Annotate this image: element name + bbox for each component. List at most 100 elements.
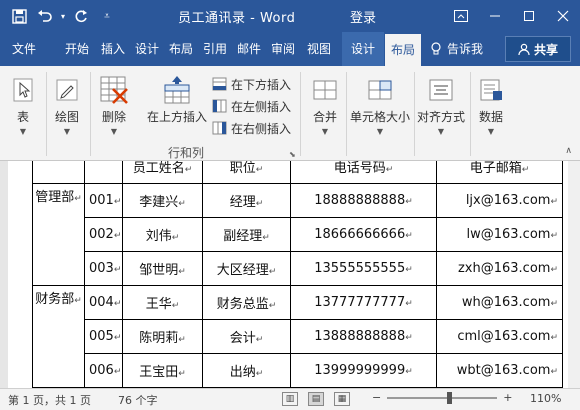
name-cell[interactable]: 刘伟↵ bbox=[122, 217, 203, 252]
collapse-ribbon-icon[interactable]: ∧ bbox=[565, 146, 572, 156]
id-text: 003 bbox=[89, 261, 114, 276]
login-link[interactable]: 登录 bbox=[350, 7, 376, 26]
email-cell[interactable]: wh@163.com↵ bbox=[436, 285, 563, 320]
insert-below-button[interactable]: 在下方插入 bbox=[212, 74, 291, 94]
phone-cell[interactable]: 13555555555↵ bbox=[290, 251, 437, 286]
phone-cell[interactable]: 18888888888↵ bbox=[290, 183, 437, 218]
phone-cell[interactable]: 13777777777↵ bbox=[290, 285, 437, 320]
title-cell[interactable]: 出纳↵ bbox=[202, 353, 291, 388]
chevron-down-icon: ▼ bbox=[110, 127, 118, 136]
delete-button[interactable]: 删除 ▼ bbox=[96, 74, 132, 136]
name-cell[interactable]: 邹世明↵ bbox=[122, 251, 203, 286]
table-cell[interactable] bbox=[32, 161, 85, 184]
id-cell[interactable]: 005↵ bbox=[84, 319, 123, 354]
word-count[interactable]: 76 个字 bbox=[118, 392, 158, 408]
header-cell-name[interactable]: 员工姓名↵ bbox=[122, 161, 203, 184]
name-cell[interactable]: 陈明莉↵ bbox=[122, 319, 203, 354]
document-page[interactable]: 员工姓名↵ 职位↵ 电话号码↵ 电子邮箱↵ 管理部↵ 001↵ 李建兴↵ 经理↵… bbox=[8, 161, 568, 388]
email-cell[interactable]: lw@163.com↵ bbox=[436, 217, 563, 252]
close-icon[interactable] bbox=[546, 0, 580, 32]
zoom-percent[interactable]: 110% bbox=[530, 392, 561, 405]
zoom-in-icon[interactable]: + bbox=[503, 391, 512, 404]
web-layout-icon[interactable]: ▦ bbox=[334, 392, 350, 406]
tab-table-design[interactable]: 设计 bbox=[342, 32, 384, 66]
name-cell[interactable]: 王华↵ bbox=[122, 285, 203, 320]
vertical-scrollbar[interactable] bbox=[568, 161, 580, 388]
table-select-button[interactable]: 表 ▼ bbox=[8, 74, 38, 136]
dropdown-icon[interactable]: ▾ bbox=[58, 3, 68, 29]
title-cell[interactable]: 经理↵ bbox=[202, 183, 291, 218]
read-mode-icon[interactable]: ▥ bbox=[282, 392, 298, 406]
group-separator bbox=[300, 72, 301, 156]
maximize-icon[interactable] bbox=[512, 0, 546, 32]
id-cell[interactable]: 002↵ bbox=[84, 217, 123, 252]
redo-icon[interactable] bbox=[68, 3, 94, 29]
email-cell[interactable]: cml@163.com↵ bbox=[436, 319, 563, 354]
header-cell-phone[interactable]: 电话号码↵ bbox=[290, 161, 437, 184]
group-separator bbox=[346, 72, 347, 156]
id-cell[interactable]: 006↵ bbox=[84, 353, 123, 388]
phone-cell[interactable]: 13999999999↵ bbox=[290, 353, 437, 388]
id-cell[interactable]: 004↵ bbox=[84, 285, 123, 320]
quick-access-toolbar: ▾ ⩡ bbox=[6, 0, 120, 32]
insert-above-button[interactable]: 在上方插入 bbox=[144, 74, 210, 125]
id-cell[interactable]: 003↵ bbox=[84, 251, 123, 286]
email-cell[interactable]: wbt@163.com↵ bbox=[436, 353, 563, 388]
insert-left-button[interactable]: 在左侧插入 bbox=[212, 96, 291, 116]
page-count[interactable]: 第 1 页，共 1 页 bbox=[8, 392, 91, 408]
draw-button[interactable]: 绘图 ▼ bbox=[50, 74, 84, 136]
merge-button[interactable]: 合并 ▼ bbox=[308, 74, 342, 136]
group-separator bbox=[470, 72, 471, 156]
name-cell[interactable]: 王宝田↵ bbox=[122, 353, 203, 388]
title-cell[interactable]: 财务总监↵ bbox=[202, 285, 291, 320]
dialog-launcher-icon[interactable]: ⬊ bbox=[289, 150, 296, 159]
email-cell[interactable]: ljx@163.com↵ bbox=[436, 183, 563, 218]
title-cell[interactable]: 副经理↵ bbox=[202, 217, 291, 252]
save-icon[interactable] bbox=[6, 3, 32, 29]
tab-file[interactable]: 文件 bbox=[6, 32, 42, 66]
delete-label: 删除 bbox=[101, 110, 126, 124]
tab-references[interactable]: 引用 bbox=[200, 32, 230, 66]
zoom-out-icon[interactable]: − bbox=[372, 391, 381, 404]
email-text: zxh@163.com bbox=[457, 261, 551, 276]
header-cell-title[interactable]: 职位↵ bbox=[202, 161, 291, 184]
tell-me-box[interactable]: 告诉我 bbox=[430, 32, 483, 66]
title-cell[interactable]: 会计↵ bbox=[202, 319, 291, 354]
table-cell[interactable] bbox=[84, 161, 123, 184]
header-cell-email[interactable]: 电子邮箱↵ bbox=[436, 161, 563, 184]
insert-right-button[interactable]: 在右侧插入 bbox=[212, 118, 291, 138]
tab-view[interactable]: 视图 bbox=[302, 32, 336, 66]
dept-cell[interactable]: 财务部↵ bbox=[32, 285, 85, 388]
insert-column-left-icon bbox=[212, 99, 227, 113]
print-layout-icon[interactable]: ▤ bbox=[308, 392, 324, 406]
email-cell[interactable]: zxh@163.com↵ bbox=[436, 251, 563, 286]
tab-review[interactable]: 审阅 bbox=[268, 32, 298, 66]
tab-design[interactable]: 设计 bbox=[132, 32, 162, 66]
cell-size-button[interactable]: 单元格大小 ▼ bbox=[348, 74, 412, 136]
merge-label: 合并 bbox=[312, 110, 337, 124]
customize-qat-icon[interactable]: ⩡ bbox=[94, 3, 120, 29]
zoom-slider-thumb[interactable] bbox=[447, 391, 453, 404]
tab-table-layout[interactable]: 布局 bbox=[385, 34, 421, 66]
minimize-icon[interactable] bbox=[478, 0, 512, 32]
delete-table-icon bbox=[98, 74, 130, 106]
tab-layout[interactable]: 布局 bbox=[166, 32, 196, 66]
ribbon-display-icon[interactable] bbox=[444, 0, 478, 32]
insert-below-label: 在下方插入 bbox=[231, 77, 292, 92]
share-button[interactable]: 共享 bbox=[505, 36, 571, 62]
id-cell[interactable]: 001↵ bbox=[84, 183, 123, 218]
alignment-button[interactable]: 对齐方式 ▼ bbox=[416, 74, 466, 136]
insert-above-label: 在上方插入 bbox=[146, 110, 207, 124]
phone-cell[interactable]: 18666666666↵ bbox=[290, 217, 437, 252]
ribbon-tabs: 文件 开始 插入 设计 布局 引用 邮件 审阅 视图 设计 布局 告诉我 共享 bbox=[0, 32, 580, 66]
phone-cell[interactable]: 13888888888↵ bbox=[290, 319, 437, 354]
tab-mailings[interactable]: 邮件 bbox=[234, 32, 264, 66]
name-cell[interactable]: 李建兴↵ bbox=[122, 183, 203, 218]
undo-icon[interactable] bbox=[32, 3, 58, 29]
tab-home[interactable]: 开始 bbox=[60, 32, 94, 66]
zoom-slider[interactable] bbox=[387, 391, 498, 404]
data-button[interactable]: 数据 ▼ bbox=[474, 74, 508, 136]
dept-cell[interactable]: 管理部↵ bbox=[32, 183, 85, 286]
title-cell[interactable]: 大区经理↵ bbox=[202, 251, 291, 286]
tab-insert[interactable]: 插入 bbox=[98, 32, 128, 66]
